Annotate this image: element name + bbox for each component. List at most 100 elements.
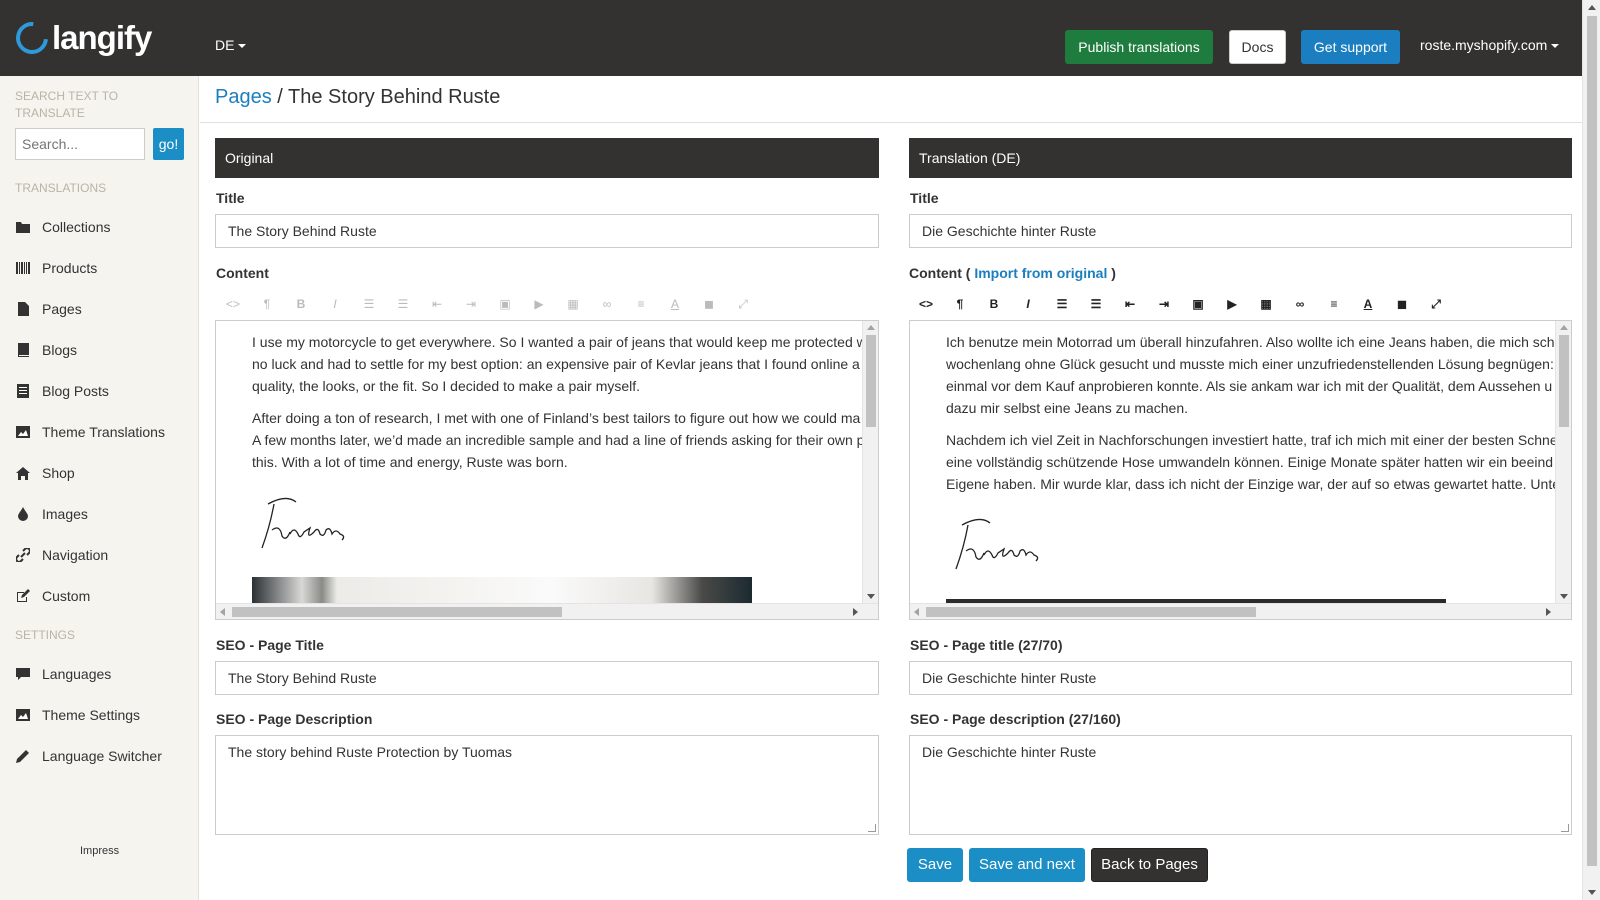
sidebar-item-pages[interactable]: Pages (15, 297, 185, 321)
breadcrumb-pages-link[interactable]: Pages (215, 86, 272, 108)
chevron-down-icon (238, 44, 247, 49)
sidebar-item-theme-settings[interactable]: Theme Settings (15, 703, 185, 727)
sidebar-item-blog-posts[interactable]: Blog Posts (15, 379, 185, 403)
translation-seo-title-label: SEO - Page title (27/70) (910, 637, 1063, 653)
resize-handle[interactable] (1561, 824, 1569, 832)
search-go-button[interactable]: go! (153, 128, 184, 160)
publish-translations-button[interactable]: Publish translations (1065, 30, 1213, 64)
tint-icon (15, 506, 31, 522)
table-icon[interactable]: ▦ (1249, 292, 1283, 316)
translation-seo-description-field[interactable]: Die Geschichte hinter Ruste (909, 735, 1572, 835)
indent-icon[interactable]: ⇥ (454, 292, 488, 316)
sidebar-item-collections[interactable]: Collections (15, 215, 185, 239)
barcode-icon (15, 260, 31, 276)
background-color-icon[interactable]: ◼ (692, 292, 726, 316)
sidebar-item-shop[interactable]: Shop (15, 461, 185, 485)
bold-icon[interactable]: B (284, 292, 318, 316)
table-icon[interactable]: ▦ (556, 292, 590, 316)
fullscreen-icon[interactable]: ⤢ (1419, 292, 1453, 316)
translation-title-field[interactable]: Die Geschichte hinter Ruste (909, 214, 1572, 248)
resize-handle[interactable] (868, 824, 876, 832)
sidebar-item-label: Images (42, 506, 88, 522)
import-from-original-link[interactable]: Import from original (974, 265, 1107, 281)
logo-text: langify (52, 19, 152, 56)
original-seo-description-field[interactable]: The story behind Ruste Protection by Tuo… (215, 735, 879, 835)
vertical-scrollbar[interactable] (1555, 321, 1571, 603)
sidebar-item-blogs[interactable]: Blogs (15, 338, 185, 362)
file-icon (15, 301, 31, 317)
font-color-icon[interactable]: A (658, 292, 692, 316)
sidebar-item-label: Language Switcher (42, 748, 162, 764)
outdent-icon[interactable]: ⇤ (420, 292, 454, 316)
translation-content-editor[interactable]: Ich benutze mein Motorrad um überall hin… (909, 320, 1572, 620)
horizontal-scrollbar[interactable] (910, 603, 1571, 619)
page-scrollbar[interactable] (1582, 0, 1600, 900)
align-icon[interactable]: ≡ (1317, 292, 1351, 316)
horizontal-scrollbar[interactable] (216, 603, 878, 619)
ordered-list-icon[interactable]: ☰ (1079, 292, 1113, 316)
sidebar-item-products[interactable]: Products (15, 256, 185, 280)
original-content-editor[interactable]: I use my motorcycle to get everywhere. S… (215, 320, 879, 620)
paragraph-icon[interactable]: ¶ (943, 292, 977, 316)
font-color-icon[interactable]: A (1351, 292, 1385, 316)
sidebar-item-theme-translations[interactable]: Theme Translations (15, 420, 185, 444)
sidebar-item-language-switcher[interactable]: Language Switcher (15, 744, 185, 768)
paragraph-line: Eigene haben. Mir wurde klar, dass ich n… (946, 476, 1556, 492)
paragraph-line: Ich benutze mein Motorrad um überall hin… (946, 334, 1555, 350)
translation-seo-title-field[interactable]: Die Geschichte hinter Ruste (909, 661, 1572, 695)
unordered-list-icon[interactable]: ☰ (352, 292, 386, 316)
langify-logo[interactable]: langify (9, 15, 152, 61)
paragraph-icon[interactable]: ¶ (250, 292, 284, 316)
settings-heading: SETTINGS (15, 628, 76, 642)
background-color-icon[interactable]: ◼ (1385, 292, 1419, 316)
sidebar-item-languages[interactable]: Languages (15, 662, 185, 686)
shop-dropdown[interactable]: roste.myshopify.com (1420, 37, 1560, 53)
original-seo-title-label: SEO - Page Title (216, 637, 324, 653)
indent-icon[interactable]: ⇥ (1147, 292, 1181, 316)
translation-editor-toolbar: <> ¶ B I ☰ ☰ ⇤ ⇥ ▣ ▶ ▦ ∞ ≡ A ◼ ⤢ (909, 292, 1453, 316)
breadcrumb-separator: / (271, 86, 289, 108)
video-icon[interactable]: ▶ (522, 292, 556, 316)
italic-icon[interactable]: I (318, 292, 352, 316)
original-title-field[interactable]: The Story Behind Ruste (215, 214, 879, 248)
original-seo-title-field[interactable]: The Story Behind Ruste (215, 661, 879, 695)
home-icon (15, 465, 31, 481)
sidebar-item-label: Blog Posts (42, 383, 109, 399)
sidebar-item-images[interactable]: Images (15, 502, 185, 526)
comment-icon (15, 666, 31, 682)
translation-panel-header: Translation (DE) (909, 138, 1572, 178)
translation-title-label: Title (910, 190, 939, 206)
chevron-down-icon (1551, 44, 1560, 49)
unordered-list-icon[interactable]: ☰ (1045, 292, 1079, 316)
save-button[interactable]: Save (907, 848, 963, 882)
align-icon[interactable]: ≡ (624, 292, 658, 316)
original-seo-description-label: SEO - Page Description (216, 711, 373, 727)
outdent-icon[interactable]: ⇤ (1113, 292, 1147, 316)
save-and-next-button[interactable]: Save and next (969, 848, 1085, 882)
image-icon[interactable]: ▣ (1181, 292, 1215, 316)
original-title-label: Title (216, 190, 245, 206)
code-icon[interactable]: <> (909, 292, 943, 316)
code-icon[interactable]: <> (216, 292, 250, 316)
bold-icon[interactable]: B (977, 292, 1011, 316)
link-icon[interactable]: ∞ (590, 292, 624, 316)
fullscreen-icon[interactable]: ⤢ (726, 292, 760, 316)
impress-link[interactable]: Impress (80, 845, 119, 857)
image-icon[interactable]: ▣ (488, 292, 522, 316)
get-support-button[interactable]: Get support (1301, 30, 1400, 64)
back-to-pages-button[interactable]: Back to Pages (1091, 848, 1208, 882)
ordered-list-icon[interactable]: ☰ (386, 292, 420, 316)
sidebar-item-navigation[interactable]: Navigation (15, 543, 185, 567)
language-dropdown[interactable]: DE (215, 37, 247, 53)
docs-button[interactable]: Docs (1229, 30, 1286, 64)
sidebar-item-custom[interactable]: Custom (15, 584, 185, 608)
seo-description-text: Die Geschichte hinter Ruste (922, 744, 1097, 760)
vertical-scrollbar[interactable] (862, 321, 878, 603)
sidebar-item-label: Navigation (42, 547, 109, 563)
paragraph-line: quality, the looks, or the fit. So I dec… (252, 378, 641, 394)
search-input[interactable] (15, 128, 145, 160)
italic-icon[interactable]: I (1011, 292, 1045, 316)
sidebar-item-label: Products (42, 260, 98, 276)
link-icon[interactable]: ∞ (1283, 292, 1317, 316)
video-icon[interactable]: ▶ (1215, 292, 1249, 316)
